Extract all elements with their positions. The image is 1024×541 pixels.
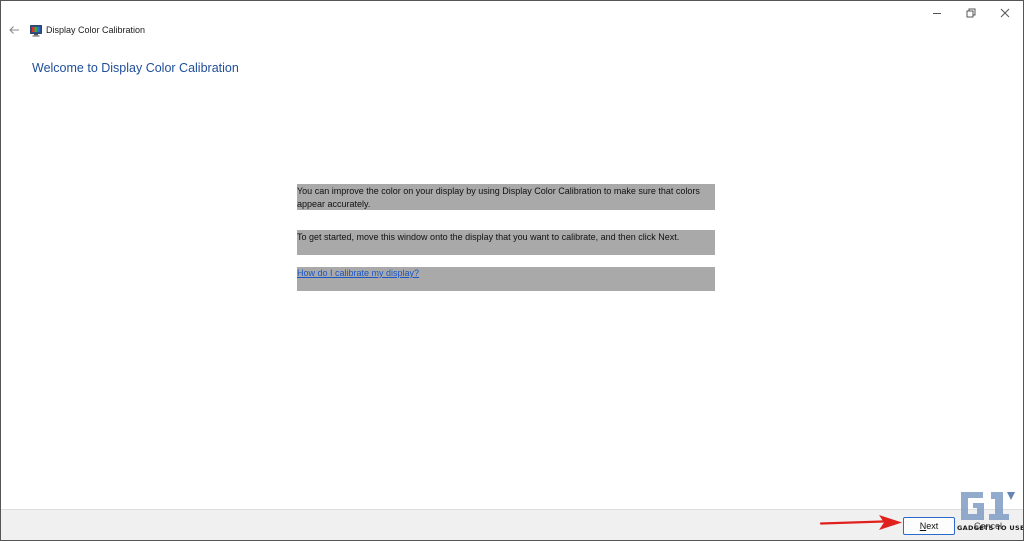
- watermark-text: GADGETS TO USE: [957, 524, 1024, 532]
- instructions-paragraph: To get started, move this window onto th…: [297, 230, 715, 255]
- close-icon[interactable]: [997, 5, 1013, 21]
- window-title: Display Color Calibration: [46, 25, 146, 35]
- display-calibration-icon: [30, 24, 42, 37]
- title-bar: Display Color Calibration: [1, 1, 1023, 37]
- red-arrow-annotation: [819, 513, 903, 533]
- help-link[interactable]: How do I calibrate my display?: [297, 268, 419, 278]
- intro-paragraph: You can improve the color on your displa…: [297, 184, 715, 210]
- gadgets-to-use-logo: GADGETS TO USE: [957, 488, 1024, 534]
- next-button[interactable]: Next: [903, 517, 955, 535]
- page-heading: Welcome to Display Color Calibration: [32, 61, 239, 75]
- restore-icon[interactable]: [963, 5, 979, 21]
- intro-content: You can improve the color on your displa…: [297, 184, 715, 291]
- help-link-row: How do I calibrate my display?: [297, 267, 715, 291]
- calibration-window: Display Color Calibration Welcome to Dis…: [0, 0, 1024, 541]
- next-label-rest: ext: [926, 521, 939, 531]
- minimize-icon[interactable]: [929, 5, 945, 21]
- back-arrow-icon[interactable]: [7, 23, 21, 37]
